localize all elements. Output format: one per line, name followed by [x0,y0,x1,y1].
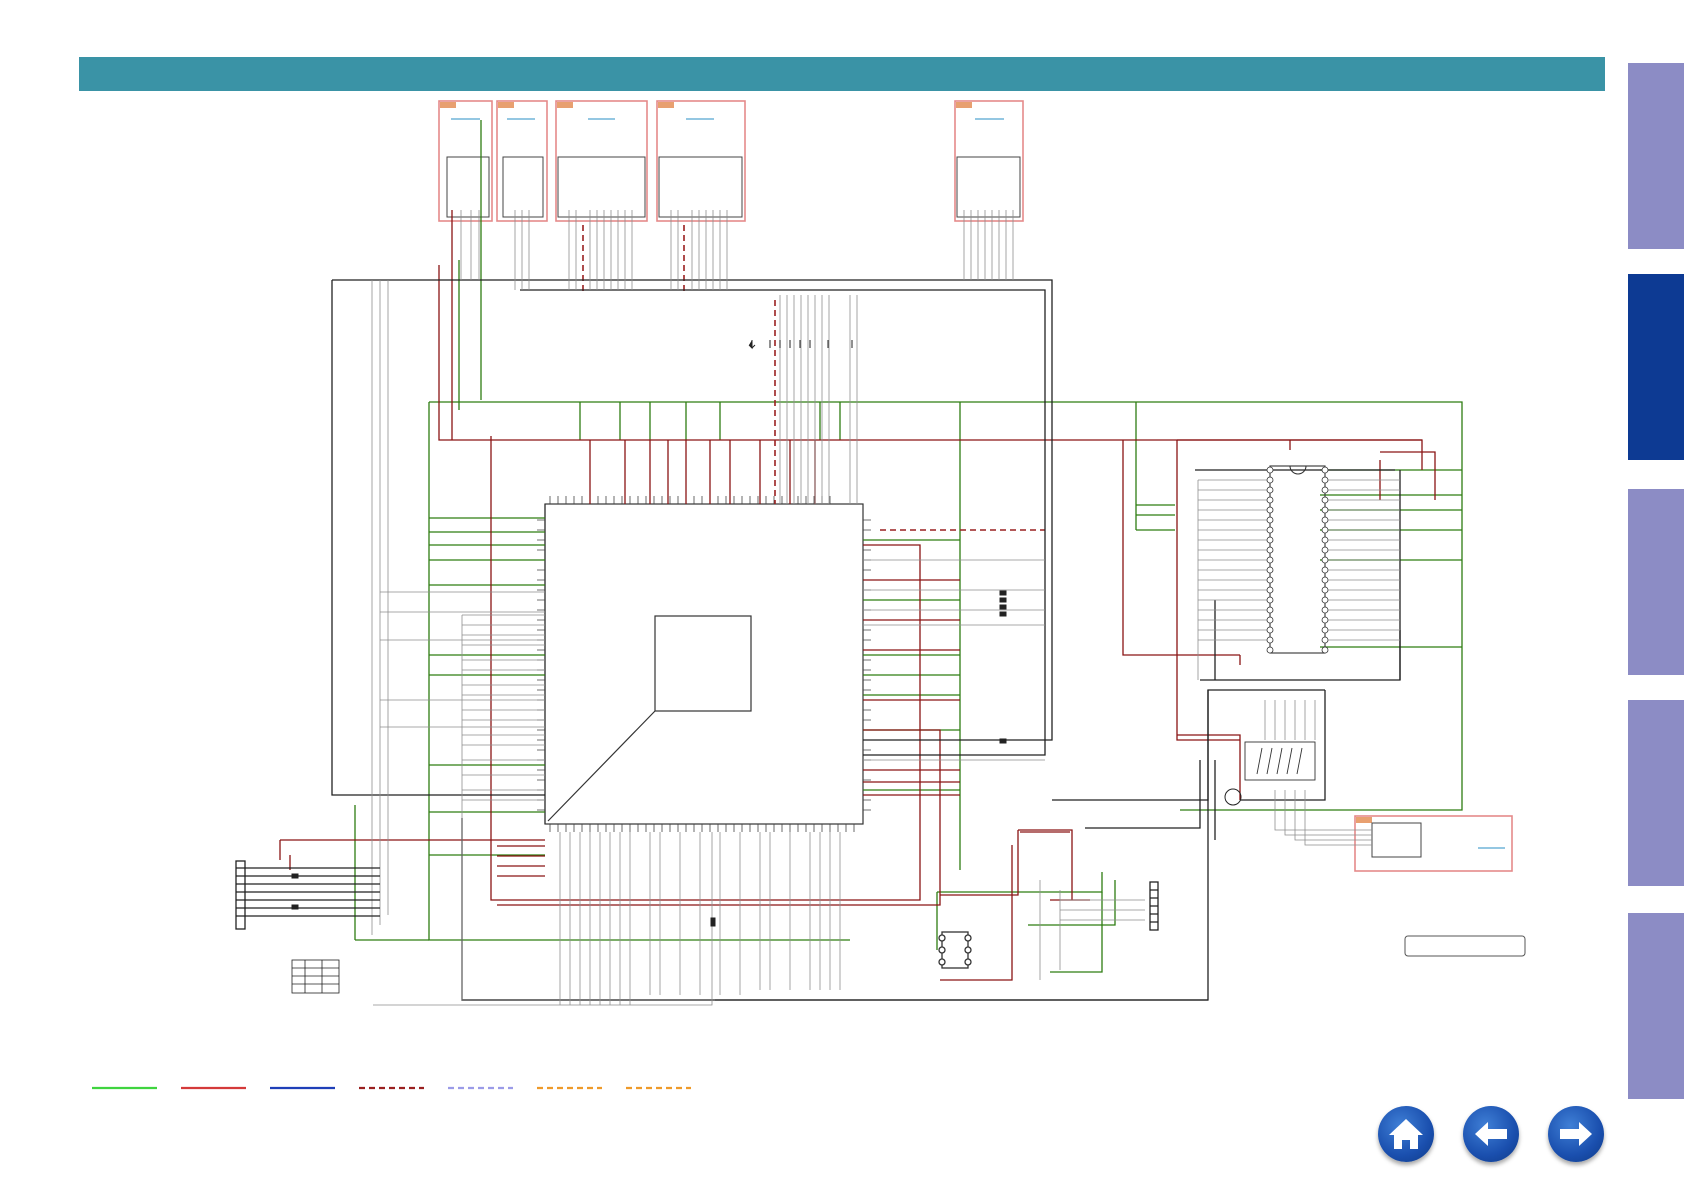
ground-wires [354,120,1463,973]
main-processor-ic [544,503,864,825]
home-icon [1389,1119,1423,1149]
power-wires [279,210,1436,981]
forward-button[interactable] [1548,1106,1604,1162]
arrow-left-icon [1475,1122,1507,1146]
home-button[interactable] [1378,1106,1434,1162]
note-box [1404,935,1526,957]
resistor-array [1244,741,1316,781]
right-connector [1149,881,1159,931]
dip-ic [1269,465,1326,654]
arrow-right-icon [1560,1122,1592,1146]
transistor [1224,788,1242,806]
left-connector [235,860,380,930]
schematic-diagram [92,100,1526,1090]
eeprom-ic [938,931,972,969]
pin-table [291,959,340,994]
back-button[interactable] [1463,1106,1519,1162]
